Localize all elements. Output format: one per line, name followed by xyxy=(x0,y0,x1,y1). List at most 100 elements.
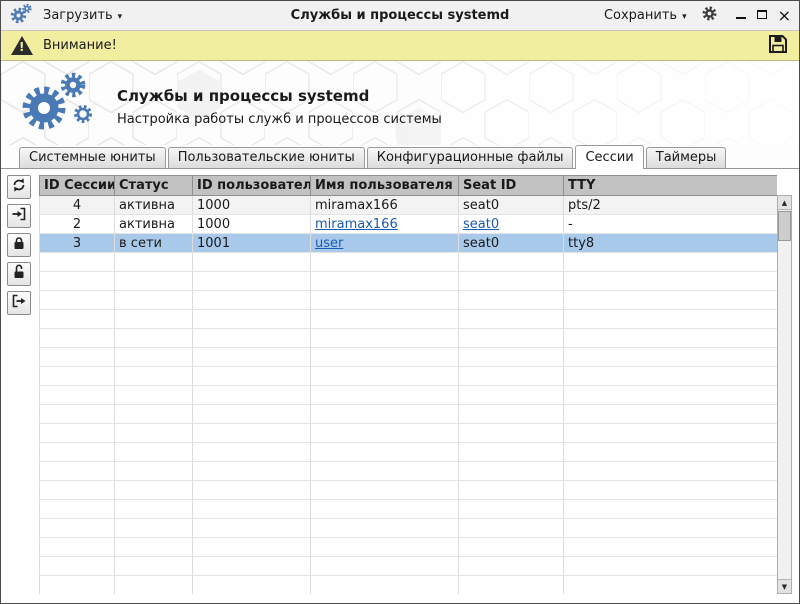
column-header-tty[interactable]: TTY xyxy=(564,176,778,196)
cell-user-name: miramax166 xyxy=(315,198,398,213)
cell-tty: tty8 xyxy=(568,236,594,251)
table-cell-empty xyxy=(193,481,311,500)
logout-session-button[interactable] xyxy=(7,291,31,315)
table-cell-empty xyxy=(115,500,193,519)
column-header-status[interactable]: Статус xyxy=(115,176,193,196)
table-cell-empty xyxy=(564,405,778,424)
user-name-link[interactable]: miramax166 xyxy=(315,217,398,232)
table-cell-empty xyxy=(311,367,459,386)
table-cell-empty xyxy=(311,424,459,443)
table-cell-empty xyxy=(40,272,115,291)
close-button[interactable]: × xyxy=(778,9,791,23)
table-cell-empty xyxy=(40,329,115,348)
login-icon xyxy=(11,206,27,226)
table-cell-empty xyxy=(459,424,564,443)
table-cell-empty xyxy=(40,519,115,538)
column-header-session-id[interactable]: ID Сессии xyxy=(40,176,115,196)
table-row-empty xyxy=(40,576,778,595)
table-cell-empty xyxy=(311,386,459,405)
tab-user-units[interactable]: Пользовательские юниты xyxy=(168,147,365,168)
table-cell-empty xyxy=(193,576,311,595)
table-cell-empty xyxy=(564,253,778,272)
table-cell-empty xyxy=(564,348,778,367)
chevron-down-icon: ▾ xyxy=(118,12,123,22)
table-cell-empty xyxy=(40,462,115,481)
table-cell-empty xyxy=(193,348,311,367)
table-cell-empty xyxy=(40,310,115,329)
table-cell-empty xyxy=(115,405,193,424)
table-cell-empty xyxy=(193,386,311,405)
unlock-session-button[interactable] xyxy=(7,262,31,286)
scroll-up-button[interactable]: ▲ xyxy=(778,196,791,210)
minimize-icon xyxy=(736,17,746,19)
cell-user-id: 1000 xyxy=(197,198,230,213)
load-button[interactable]: Загрузить ▾ xyxy=(43,8,122,23)
refresh-button[interactable] xyxy=(7,175,31,199)
table-cell-empty xyxy=(311,538,459,557)
table-cell-empty xyxy=(459,329,564,348)
lock-session-button[interactable] xyxy=(7,233,31,257)
cell-seat-id: seat0 xyxy=(463,236,499,251)
table-cell-empty xyxy=(459,367,564,386)
table-row-empty xyxy=(40,272,778,291)
cell-status: активна xyxy=(119,217,175,232)
login-session-button[interactable] xyxy=(7,204,31,228)
table-row-empty xyxy=(40,367,778,386)
table-cell-empty xyxy=(311,500,459,519)
tab-system-units[interactable]: Системные юниты xyxy=(19,147,166,168)
table-row-selected[interactable]: 3 в сети 1001 user seat0 tty8 xyxy=(40,234,778,253)
column-header-seat-id[interactable]: Seat ID xyxy=(459,176,564,196)
user-name-link[interactable]: user xyxy=(315,236,343,251)
table-cell-empty xyxy=(564,500,778,519)
save-button[interactable]: Сохранить ▾ xyxy=(604,8,687,23)
app-gears-icon xyxy=(9,2,33,30)
warning-bar: ! Внимание! xyxy=(1,31,799,61)
logout-icon xyxy=(11,293,27,313)
cell-status: в сети xyxy=(119,236,162,251)
sessions-table: ID Сессии Статус ID пользователя Имя пол… xyxy=(39,175,777,594)
table-cell-empty xyxy=(311,329,459,348)
table-cell-empty xyxy=(311,291,459,310)
tab-config-files[interactable]: Конфигурационные файлы xyxy=(367,147,574,168)
table-cell-empty xyxy=(459,462,564,481)
scrollbar-thumb[interactable] xyxy=(778,211,791,241)
seat-id-link[interactable]: seat0 xyxy=(463,217,499,232)
table-cell-empty xyxy=(459,405,564,424)
save-file-button[interactable] xyxy=(767,33,789,59)
table-row-empty xyxy=(40,462,778,481)
table-cell-empty xyxy=(564,462,778,481)
table-cell-empty xyxy=(115,538,193,557)
column-header-user-name[interactable]: Имя пользователя xyxy=(311,176,459,196)
table-cell-empty xyxy=(40,291,115,310)
maximize-button[interactable] xyxy=(757,8,767,23)
table-cell-empty xyxy=(193,557,311,576)
table-cell-empty xyxy=(311,481,459,500)
tab-sessions[interactable]: Сессии xyxy=(575,145,643,169)
table-cell-empty xyxy=(40,500,115,519)
table-cell-empty xyxy=(459,538,564,557)
column-header-user-id[interactable]: ID пользователя xyxy=(193,176,311,196)
settings-button[interactable] xyxy=(701,5,718,26)
table-cell-empty xyxy=(40,481,115,500)
table-cell-empty xyxy=(564,538,778,557)
save-button-label: Сохранить xyxy=(604,8,677,23)
session-table-body: 4 активна 1000 miramax166 seat0 pts/2 2 … xyxy=(40,196,778,595)
table-cell-empty xyxy=(564,367,778,386)
table-cell-empty xyxy=(115,329,193,348)
table-row-empty xyxy=(40,424,778,443)
table-row[interactable]: 2 активна 1000 miramax166 seat0 - xyxy=(40,215,778,234)
table-cell-empty xyxy=(564,557,778,576)
table-cell-empty xyxy=(115,310,193,329)
scroll-down-button[interactable]: ▼ xyxy=(778,579,791,593)
gear-icon xyxy=(701,11,718,26)
table-row-empty xyxy=(40,386,778,405)
table-cell-empty xyxy=(193,291,311,310)
table-row[interactable]: 4 активна 1000 miramax166 seat0 pts/2 xyxy=(40,196,778,215)
table-cell-empty xyxy=(459,576,564,595)
minimize-button[interactable] xyxy=(736,8,746,23)
table-cell-empty xyxy=(459,291,564,310)
vertical-scrollbar[interactable]: ▲ ▼ xyxy=(777,195,792,594)
warning-exclamation: ! xyxy=(19,40,24,54)
tab-timers[interactable]: Таймеры xyxy=(646,147,727,168)
table-cell-empty xyxy=(564,443,778,462)
